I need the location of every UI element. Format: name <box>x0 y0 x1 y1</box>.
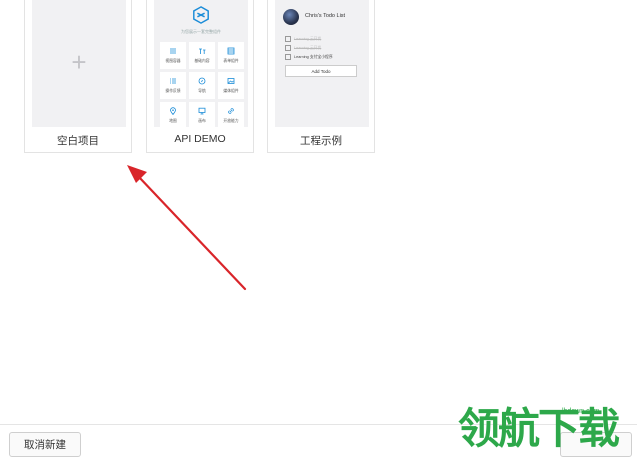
template-card-example[interactable]: Chris's Todo List Learning 云开发 Learning … <box>267 0 375 153</box>
api-tile-label: 操作反馈 <box>165 89 181 93</box>
api-tile: 表单组件 <box>218 42 244 69</box>
template-subtitle: 为您展示一套完整组件 <box>181 29 221 34</box>
image-icon <box>227 78 235 84</box>
plus-icon: + <box>71 47 87 77</box>
checkbox-icon <box>285 45 291 51</box>
template-name: 工程示例 <box>300 135 342 147</box>
api-tile: 开放能力 <box>218 102 244 127</box>
arrow-head-icon <box>127 165 147 183</box>
new-project-dialog: + 空白项目 为您展示一套完整组件 视图容器 基础内容 表单组件 操作反馈 导航… <box>0 0 637 461</box>
form-icon <box>227 47 235 55</box>
api-tile: 导航 <box>189 72 215 99</box>
api-tile: 媒体组件 <box>218 72 244 99</box>
api-tile: 操作反馈 <box>160 72 186 99</box>
api-tile-label: 导航 <box>198 89 206 93</box>
api-tile: 视图容器 <box>160 42 186 69</box>
menu-icon <box>170 78 176 84</box>
compass-icon <box>198 77 206 85</box>
api-tile-label: 媒体组件 <box>223 89 239 93</box>
api-tile: 基础内容 <box>189 42 215 69</box>
template-name: API DEMO <box>174 133 226 145</box>
api-tile-label: 视图容器 <box>165 59 181 63</box>
template-thumbnail: 为您展示一套完整组件 视图容器 基础内容 表单组件 操作反馈 导航 媒体组件 地… <box>154 0 248 127</box>
api-feature-grid: 视图容器 基础内容 表单组件 操作反馈 导航 媒体组件 地图 画布 开放能力 <box>160 42 244 127</box>
checkbox-icon <box>285 54 291 60</box>
template-thumbnail: Chris's Todo List Learning 云开发 Learning … <box>275 0 369 127</box>
link-icon <box>228 108 234 114</box>
api-tile-label: 开放能力 <box>223 119 239 123</box>
watermark-url: lhdown.com <box>562 408 600 415</box>
api-tile-label: 表单组件 <box>223 59 239 63</box>
canvas-icon <box>198 107 206 115</box>
template-card-blank[interactable]: + 空白项目 <box>24 0 132 153</box>
api-tile: 地图 <box>160 102 186 127</box>
text-icon <box>199 48 206 54</box>
add-todo-button: Add Todo <box>285 65 357 77</box>
template-thumbnail: + <box>32 0 126 127</box>
todo-item: Learning 云开发 <box>285 36 321 43</box>
cancel-button[interactable]: 取消新建 <box>9 432 81 457</box>
todo-title: Chris's Todo List <box>305 13 346 19</box>
todo-item: Learning 支付宝小程序 <box>285 54 333 61</box>
avatar <box>283 9 299 25</box>
api-tile-label: 画布 <box>198 119 206 123</box>
template-card-api-demo[interactable]: 为您展示一套完整组件 视图容器 基础内容 表单组件 操作反馈 导航 媒体组件 地… <box>146 0 254 153</box>
checkbox-icon <box>285 36 291 42</box>
template-name: 空白项目 <box>57 135 99 147</box>
location-icon <box>170 107 176 115</box>
api-tile-label: 地图 <box>169 119 177 123</box>
api-tile: 画布 <box>189 102 215 127</box>
api-tile-label: 基础内容 <box>194 59 210 63</box>
api-logo-icon <box>193 6 209 24</box>
todo-item: Learning 云开发 <box>285 45 321 52</box>
list-icon <box>170 48 176 54</box>
